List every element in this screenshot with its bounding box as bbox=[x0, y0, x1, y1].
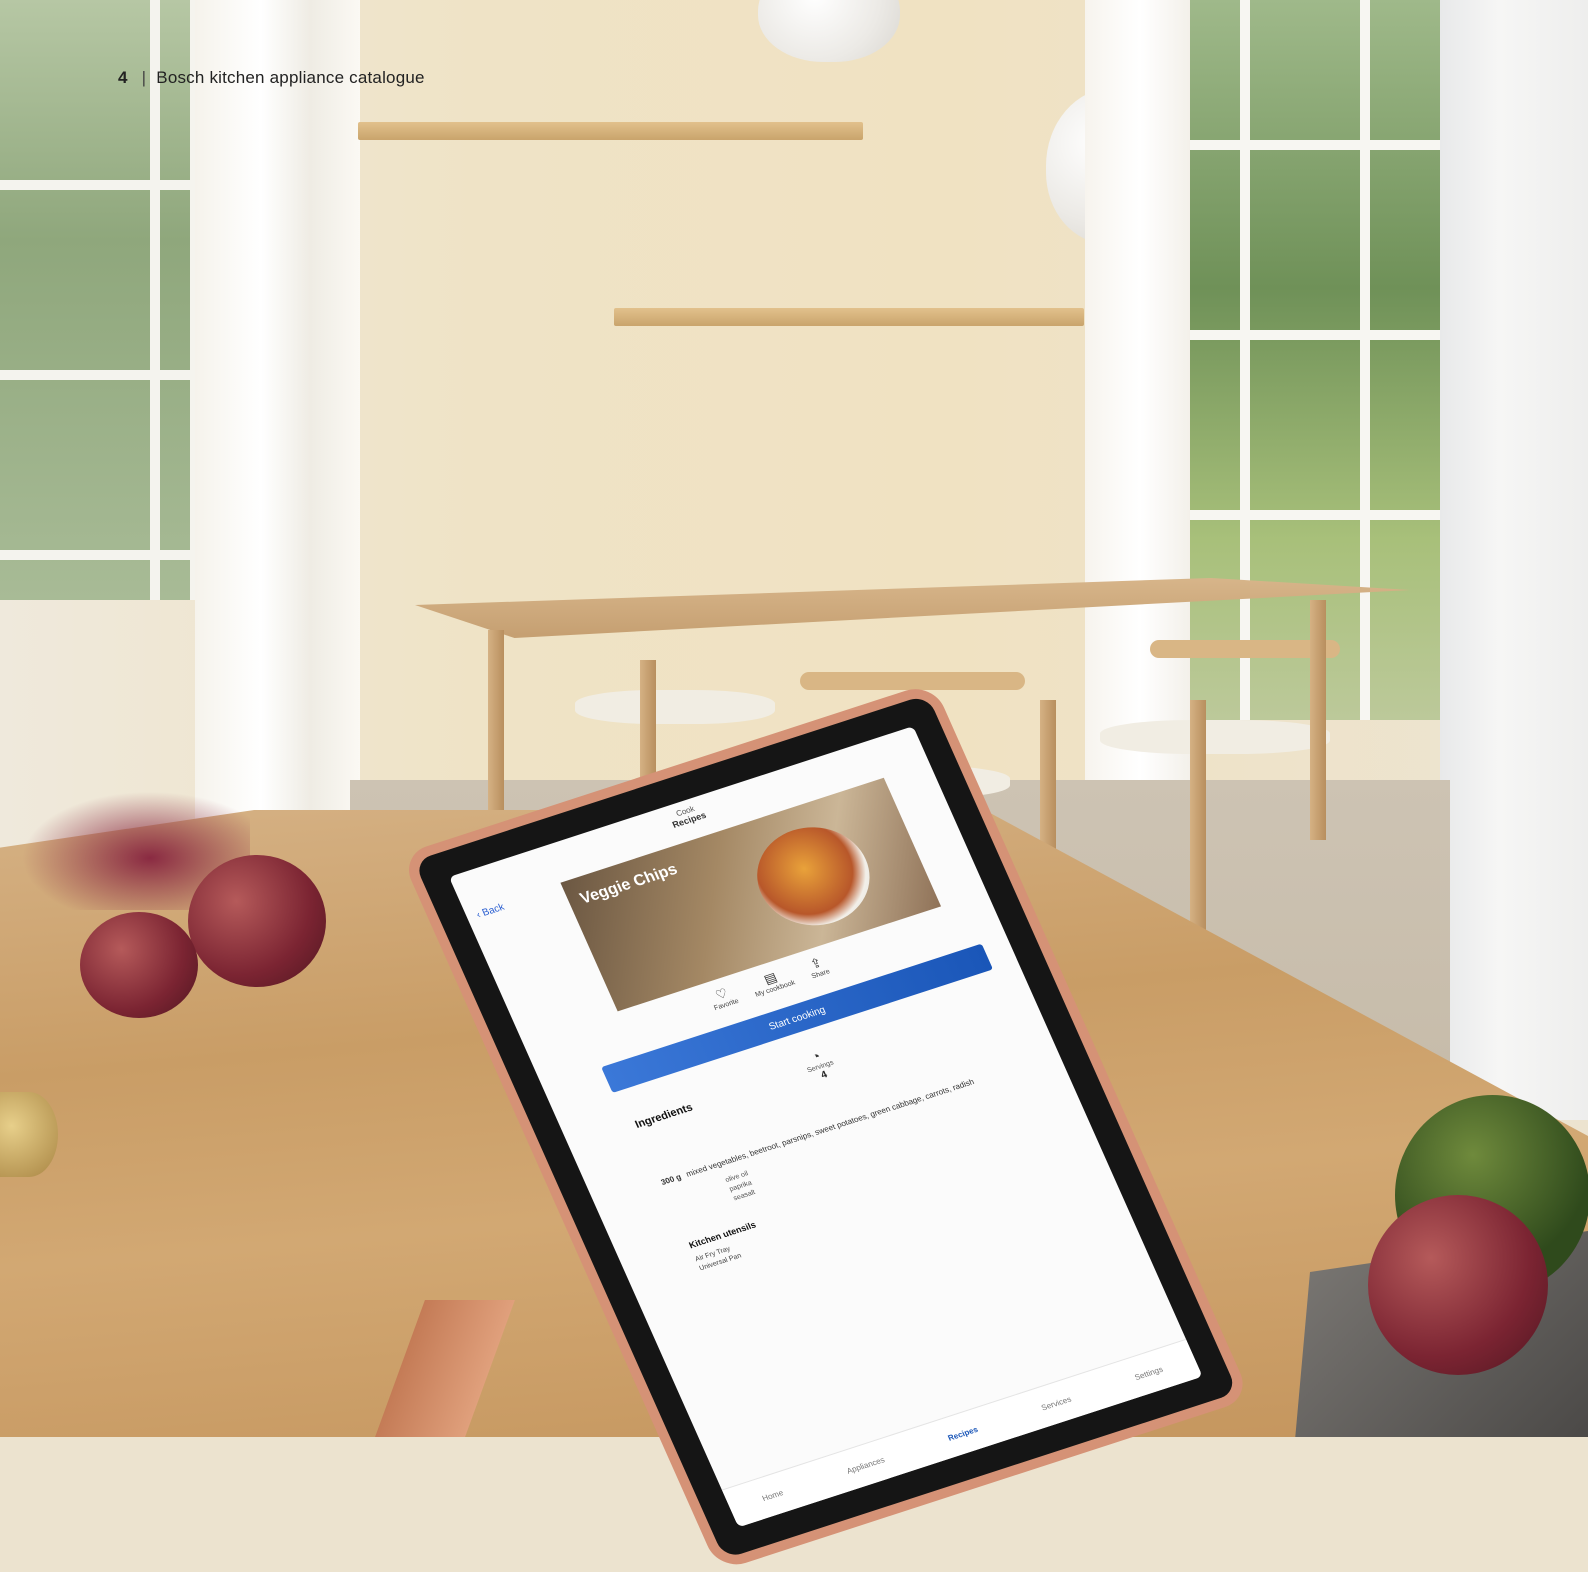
ingredient-qty: 300 g bbox=[659, 1172, 683, 1187]
red-onion bbox=[1368, 1195, 1548, 1375]
header-separator: | bbox=[141, 68, 147, 87]
share-button[interactable]: ⇪ Share bbox=[804, 953, 831, 981]
back-label: Back bbox=[480, 901, 507, 919]
veggie-chips-bowl bbox=[740, 813, 887, 940]
chair bbox=[575, 690, 775, 724]
chair bbox=[1100, 720, 1330, 754]
lower-shelf bbox=[614, 308, 1084, 326]
kitchen-utensils-list: Air Fry Tray Universal Pan bbox=[694, 1242, 744, 1274]
my-cookbook-button[interactable]: ▤ My cookbook bbox=[748, 965, 796, 998]
red-onion bbox=[80, 912, 198, 1018]
left-window bbox=[0, 0, 198, 600]
bottom-tab-bar: Home Appliances Recipes Services Setting… bbox=[721, 1338, 1203, 1528]
beetroot bbox=[188, 855, 326, 987]
tab-recipes[interactable]: Recipes bbox=[946, 1425, 979, 1443]
catalogue-title: Bosch kitchen appliance catalogue bbox=[156, 68, 425, 87]
back-button[interactable]: ‹ Back bbox=[475, 902, 506, 921]
tab-home[interactable]: Home bbox=[761, 1488, 785, 1503]
brass-bowl bbox=[0, 1092, 58, 1177]
recipe-title: Veggie Chips bbox=[577, 860, 681, 908]
favorite-button[interactable]: ♡ Favorite bbox=[707, 983, 740, 1012]
ingredients-heading: Ingredients bbox=[633, 1101, 695, 1131]
tab-appliances[interactable]: Appliances bbox=[845, 1455, 886, 1475]
right-cabinet-wall bbox=[1440, 0, 1588, 1120]
page-number: 4 bbox=[118, 68, 128, 87]
tab-services[interactable]: Services bbox=[1040, 1394, 1073, 1412]
ingredient-extras: olive oil paprika seasalt bbox=[724, 1169, 758, 1204]
upper-shelf bbox=[358, 122, 863, 140]
ingredient-row: 300 gmixed vegetables, beetroot, parsnip… bbox=[659, 1077, 975, 1187]
right-curtain bbox=[1085, 0, 1195, 820]
servings-control[interactable]: ◔ Servings 4 bbox=[800, 1045, 840, 1085]
tab-settings[interactable]: Settings bbox=[1133, 1364, 1164, 1381]
left-curtain bbox=[195, 0, 360, 830]
ingredient-text: mixed vegetables, beetroot, parsnips, sw… bbox=[684, 1077, 976, 1179]
page-header: 4 | Bosch kitchen appliance catalogue bbox=[118, 68, 425, 88]
